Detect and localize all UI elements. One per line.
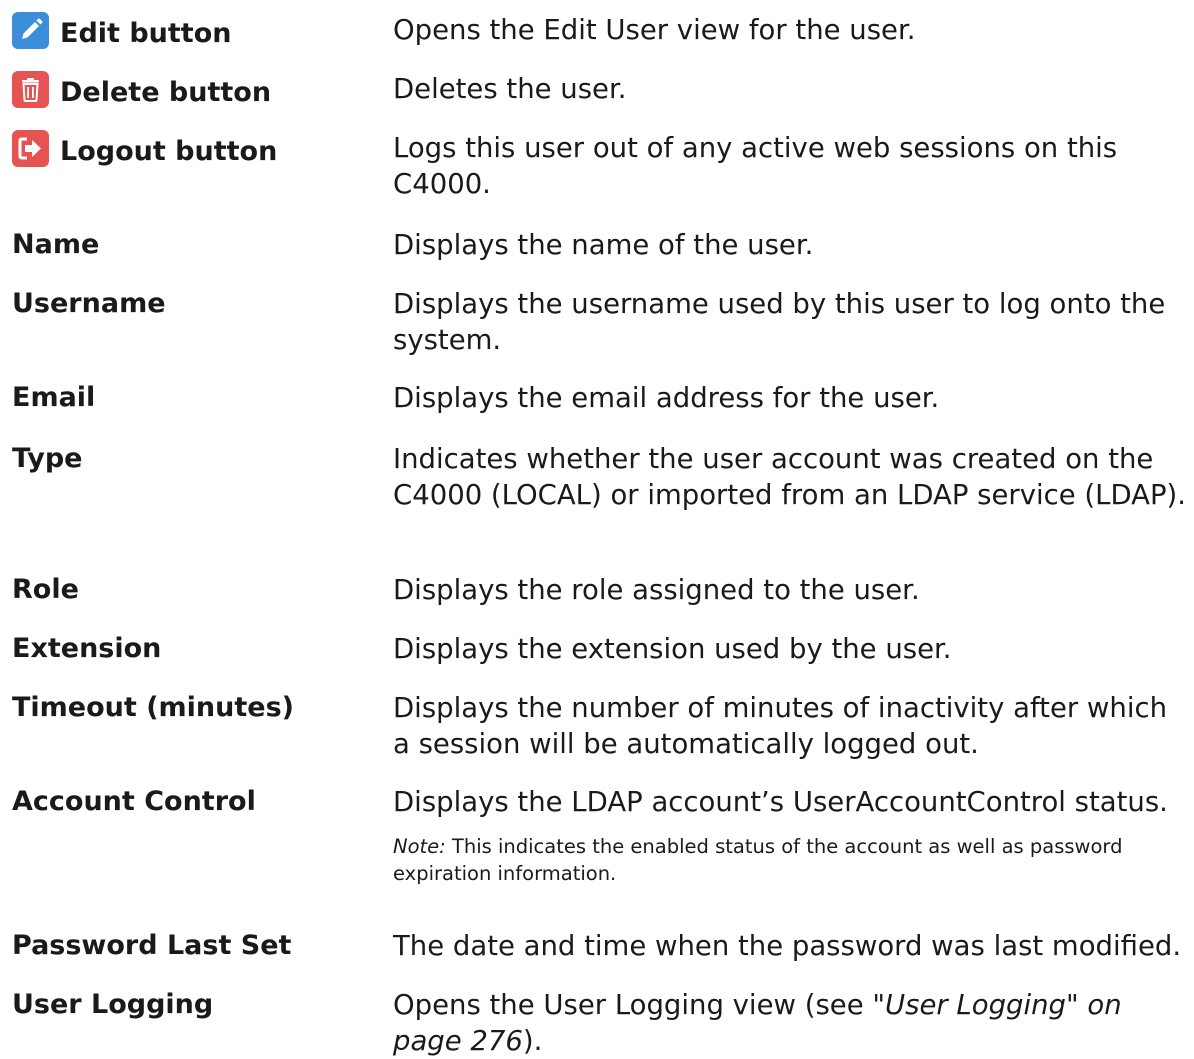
term-delete-button: Delete button	[12, 71, 271, 111]
term-email: Email	[12, 382, 96, 413]
term-edit-button: Edit button	[12, 12, 231, 52]
term-label: Delete button	[60, 77, 272, 108]
pencil-icon	[12, 12, 49, 49]
term-timeout: Timeout (minutes)	[12, 692, 294, 723]
desc-delete-button: Deletes the user.	[393, 73, 627, 105]
desc-extension: Displays the extension used by the user.	[393, 633, 952, 665]
account-control-note: Note: This indicates the enabled status …	[393, 833, 1153, 887]
desc-user-logging: Opens the User Logging view (see "User L…	[393, 987, 1188, 1059]
desc-email: Displays the email address for the user.	[393, 382, 940, 414]
term-username: Username	[12, 288, 166, 319]
desc-text: ).	[522, 1025, 543, 1057]
desc-username: Displays the username used by this user …	[393, 288, 1166, 356]
term-label: Edit button	[60, 18, 232, 49]
term-password-last-set: Password Last Set	[12, 930, 292, 961]
desc-edit-button: Opens the Edit User view for the user.	[393, 14, 916, 46]
desc-role: Displays the role assigned to the user.	[393, 574, 920, 606]
desc-type: Indicates whether the user account was c…	[393, 443, 1187, 511]
term-account-control: Account Control	[12, 786, 256, 817]
term-name: Name	[12, 229, 100, 260]
term-logout-button: Logout button	[12, 130, 277, 170]
desc-name: Displays the name of the user.	[393, 229, 814, 261]
desc-account-control: Displays the LDAP account’s UserAccountC…	[393, 786, 1168, 818]
term-extension: Extension	[12, 633, 162, 664]
trash-icon	[12, 71, 49, 108]
note-text: This indicates the enabled status of the…	[393, 835, 1123, 885]
note-label: Note:	[393, 835, 446, 858]
term-type: Type	[12, 443, 83, 474]
logout-arrow-icon	[12, 130, 49, 167]
desc-logout-button: Logs this user out of any active web ses…	[393, 132, 1118, 200]
term-user-logging: User Logging	[12, 989, 214, 1020]
desc-timeout: Displays the number of minutes of inacti…	[393, 692, 1168, 760]
term-role: Role	[12, 574, 79, 605]
desc-password-last-set: The date and time when the password was …	[393, 930, 1182, 962]
desc-text: Opens the User Logging view (see	[393, 989, 873, 1021]
term-label: Logout button	[60, 136, 278, 167]
